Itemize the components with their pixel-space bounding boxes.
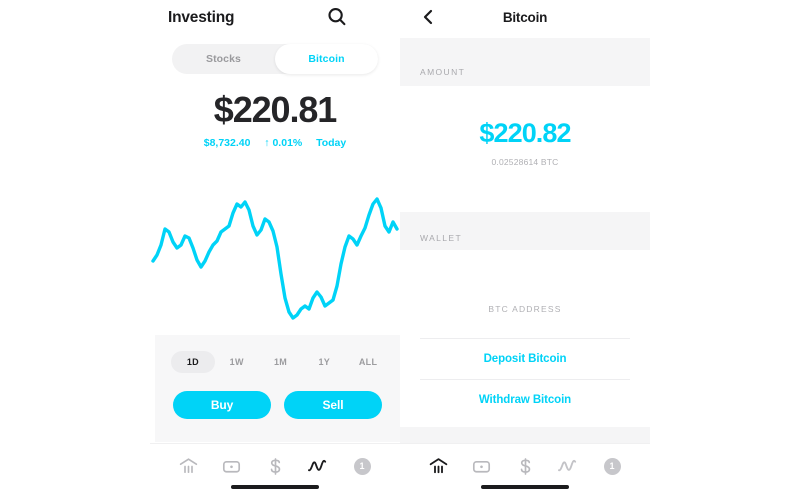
amount-crypto-value: 0.02528614 BTC bbox=[491, 157, 559, 167]
range-1m[interactable]: 1M bbox=[259, 351, 303, 373]
segment-bitcoin[interactable]: Bitcoin bbox=[275, 44, 378, 74]
price-chart-line bbox=[151, 197, 399, 320]
left-tab-list: 1 bbox=[174, 452, 376, 480]
tab-banking[interactable] bbox=[424, 453, 452, 479]
trade-actions: Buy Sell bbox=[173, 391, 382, 419]
deposit-bitcoin-button[interactable]: Deposit Bitcoin bbox=[420, 338, 630, 380]
activity-icon bbox=[558, 459, 577, 471]
tab-investing[interactable] bbox=[555, 453, 583, 479]
wallet-section-header: WALLET bbox=[420, 233, 463, 243]
price-chart[interactable] bbox=[150, 185, 400, 330]
right-nav-bar: Bitcoin bbox=[400, 0, 650, 36]
range-1y[interactable]: 1Y bbox=[302, 351, 346, 373]
tab-card[interactable] bbox=[218, 453, 246, 479]
right-tab-bar: 1 bbox=[400, 443, 650, 500]
asset-type-segmented-control[interactable]: Stocks Bitcoin bbox=[172, 44, 378, 74]
sell-button[interactable]: Sell bbox=[284, 391, 382, 419]
change-arrow-icon: ↑ bbox=[264, 137, 270, 149]
amount-section-header: AMOUNT bbox=[420, 67, 466, 77]
price-chart-svg bbox=[151, 197, 399, 320]
time-range-selector[interactable]: 1D 1W 1M 1Y ALL bbox=[171, 351, 390, 373]
withdraw-bitcoin-button[interactable]: Withdraw Bitcoin bbox=[420, 379, 630, 421]
bank-icon bbox=[429, 457, 447, 473]
tab-profile[interactable]: 1 bbox=[348, 453, 376, 479]
screenshot-root: Investing Stocks Bitcoin $220.81 $8,732.… bbox=[0, 0, 800, 500]
amount-block: $220.82 0.02528614 BTC bbox=[400, 120, 650, 167]
search-icon[interactable] bbox=[326, 6, 348, 28]
segment-stocks[interactable]: Stocks bbox=[172, 44, 275, 74]
bank-icon bbox=[179, 457, 197, 473]
price-block: $220.81 $8,732.40 ↑ 0.01% Today bbox=[150, 92, 400, 149]
tab-investing[interactable] bbox=[305, 453, 333, 479]
home-indicator bbox=[231, 485, 319, 489]
buy-button[interactable]: Buy bbox=[173, 391, 271, 419]
page-title: Investing bbox=[168, 9, 235, 26]
amount-value: $220.82 bbox=[479, 118, 571, 148]
change-percent: 0.01% bbox=[272, 137, 303, 149]
bitcoin-detail-screen: Bitcoin AMOUNT $220.82 0.02528614 BTC WA… bbox=[400, 0, 650, 500]
chart-controls-panel: 1D 1W 1M 1Y ALL Buy Sell bbox=[155, 335, 400, 442]
change-period: Today bbox=[316, 137, 347, 149]
reference-price: $8,732.40 bbox=[203, 137, 251, 149]
left-nav-bar: Investing bbox=[150, 0, 400, 36]
price-change-row: $8,732.40 ↑ 0.01% Today bbox=[150, 138, 400, 149]
wallet-section-band: WALLET bbox=[400, 212, 650, 250]
tab-card[interactable] bbox=[468, 453, 496, 479]
tab-profile[interactable]: 1 bbox=[598, 453, 626, 479]
profile-badge-icon: 1 bbox=[603, 457, 621, 475]
amount-section-band: AMOUNT bbox=[400, 38, 650, 86]
current-price: $220.81 bbox=[213, 89, 338, 130]
bottom-section-band bbox=[400, 427, 650, 443]
range-1d[interactable]: 1D bbox=[171, 351, 215, 373]
tab-payments[interactable] bbox=[511, 453, 539, 479]
dollar-icon bbox=[270, 457, 280, 475]
profile-badge-icon: 1 bbox=[353, 457, 371, 475]
range-all[interactable]: ALL bbox=[346, 351, 390, 373]
btc-address-label: BTC ADDRESS bbox=[488, 304, 562, 314]
detail-page-title: Bitcoin bbox=[502, 10, 548, 25]
right-tab-list: 1 bbox=[424, 452, 626, 480]
home-indicator bbox=[481, 485, 569, 489]
card-icon bbox=[472, 460, 491, 473]
dollar-icon bbox=[520, 457, 530, 475]
activity-icon bbox=[308, 459, 327, 471]
card-icon bbox=[222, 460, 241, 473]
tab-banking[interactable] bbox=[174, 453, 202, 479]
investing-screen: Investing Stocks Bitcoin $220.81 $8,732.… bbox=[150, 0, 400, 500]
tab-payments[interactable] bbox=[261, 453, 289, 479]
range-1w[interactable]: 1W bbox=[215, 351, 259, 373]
left-tab-bar: 1 bbox=[150, 443, 400, 500]
